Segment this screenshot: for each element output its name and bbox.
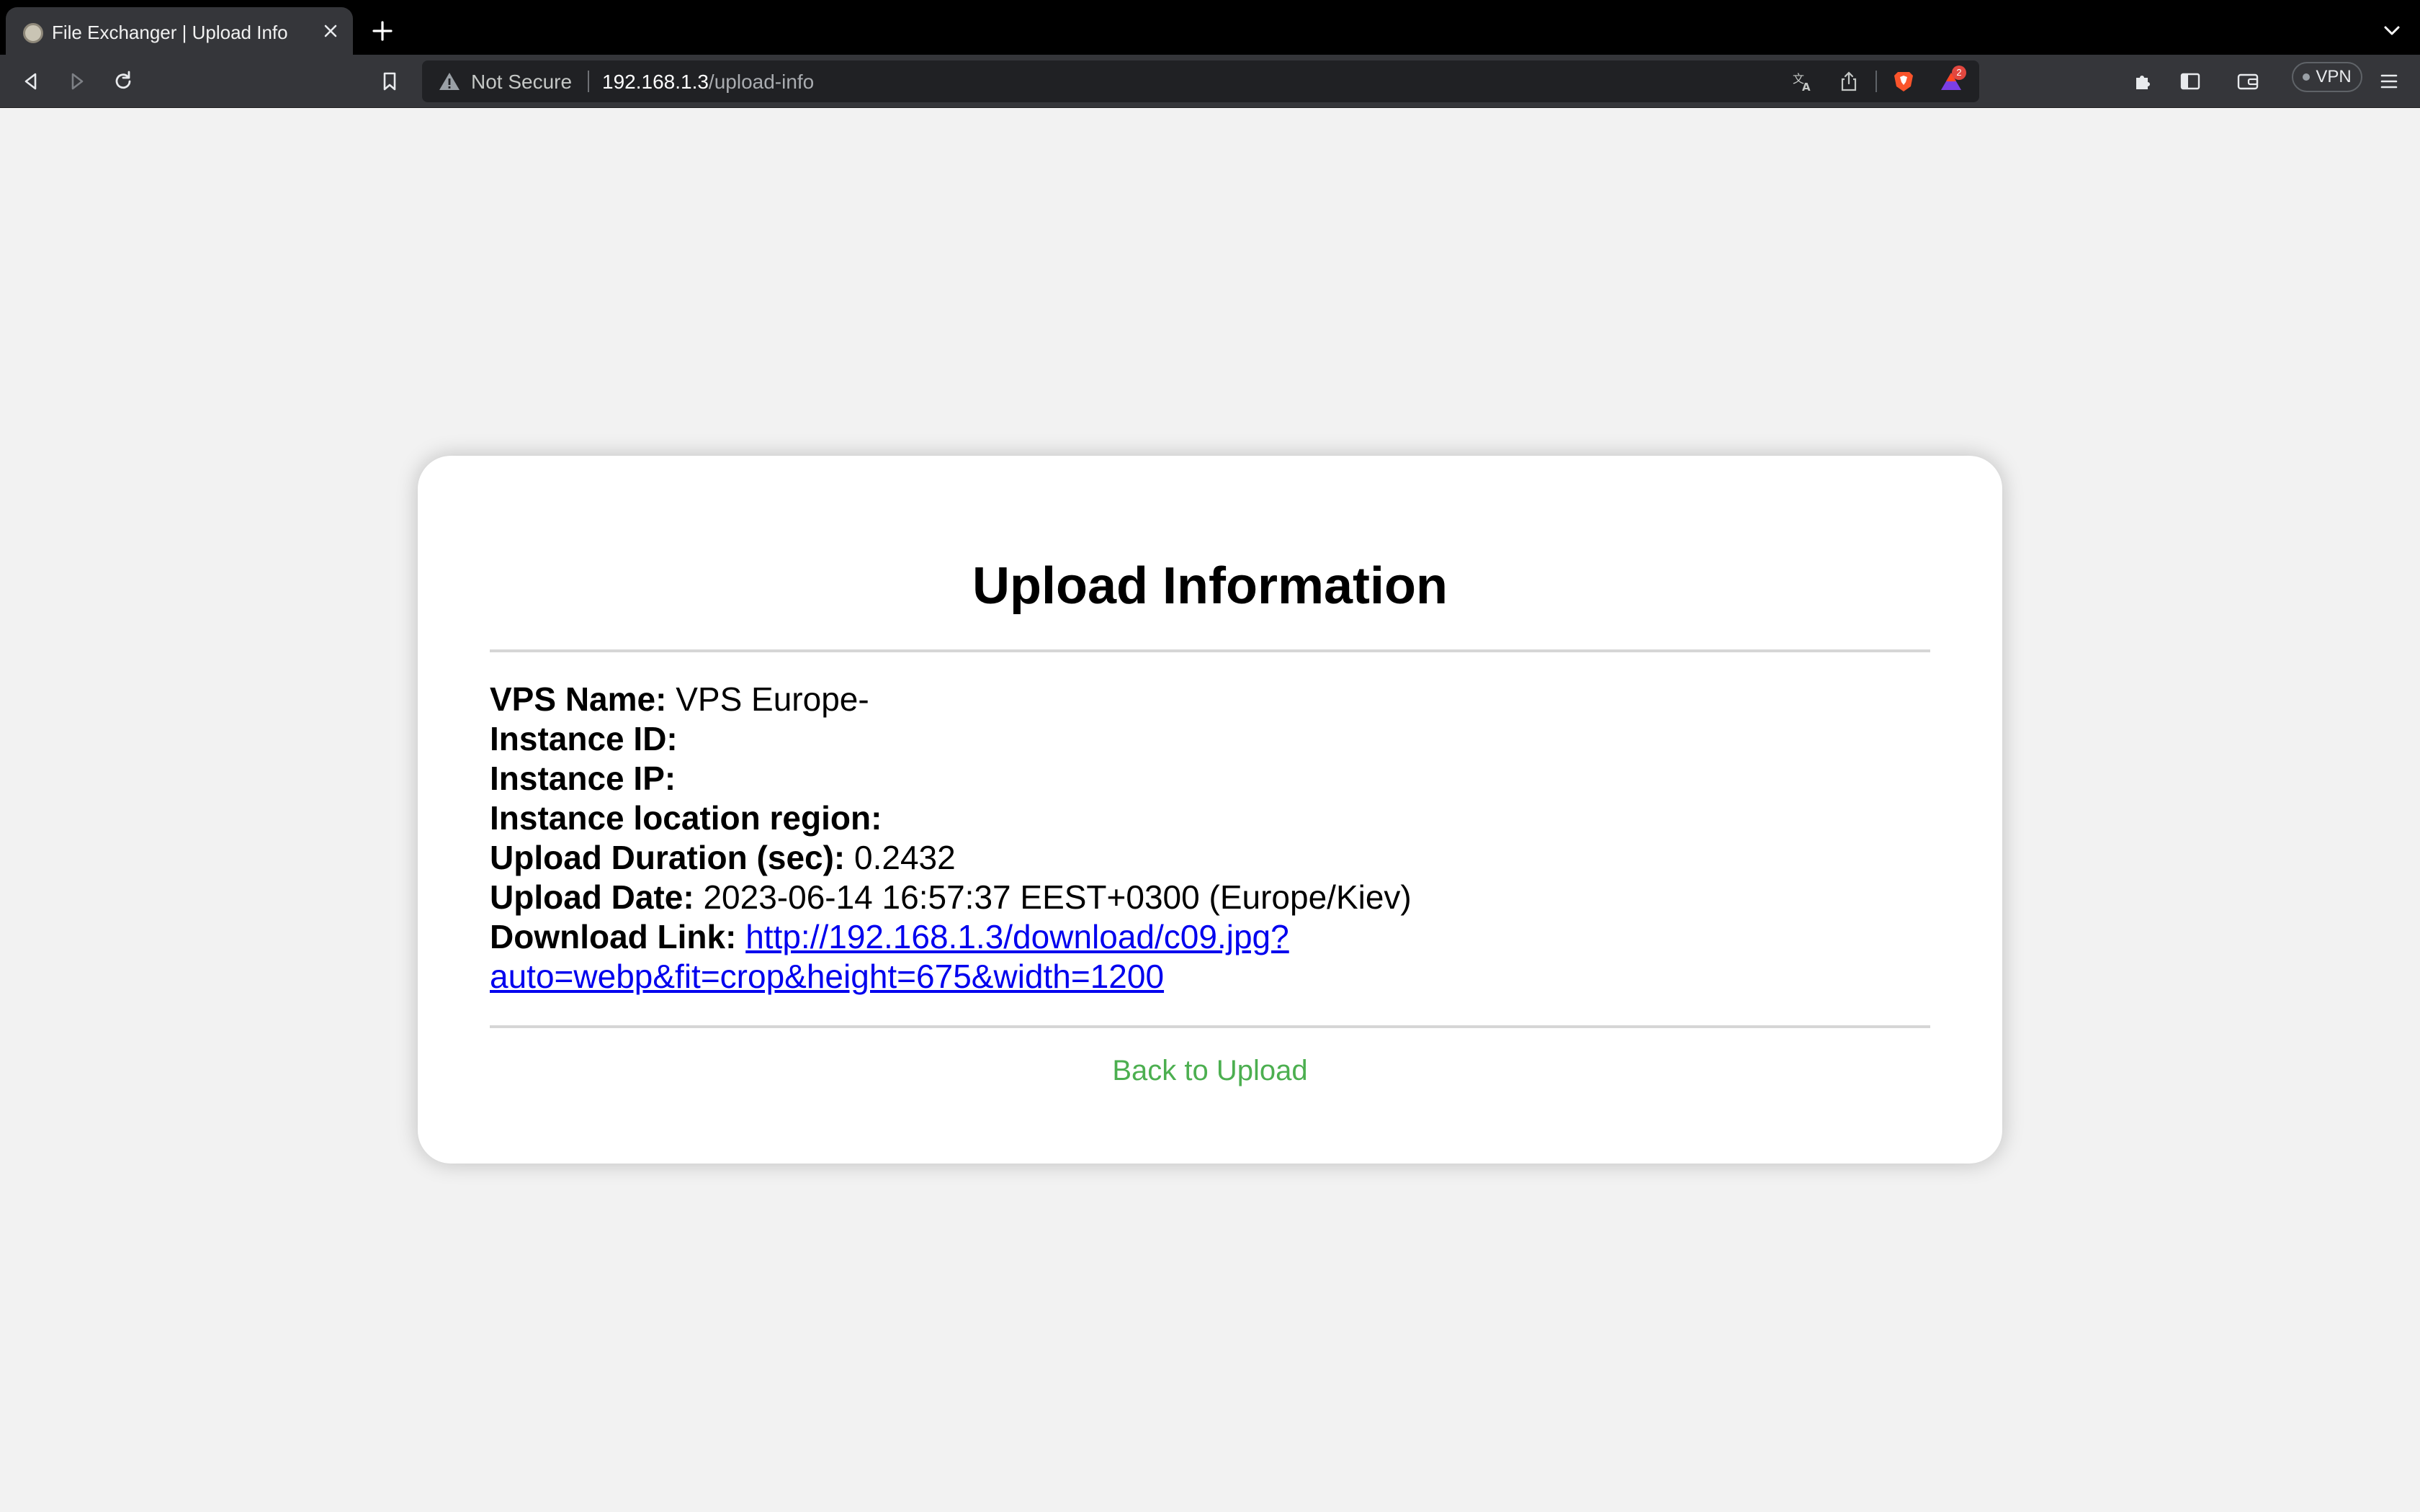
divider-bottom [490,1025,1930,1028]
detail-row-upload-duration: Upload Duration (sec): 0.2432 [490,838,1498,878]
detail-label: VPS Name: [490,680,667,718]
share-icon[interactable] [1837,69,1861,94]
detail-row-download-link: Download Link: http://192.168.1.3/downlo… [490,917,1498,996]
new-tab-icon[interactable] [370,19,395,43]
back-to-upload-link[interactable]: Back to Upload [418,1055,2002,1087]
detail-row-instance-ip: Instance IP: [490,759,1498,798]
detail-row-upload-date: Upload Date: 2023-06-14 16:57:37 EEST+03… [490,878,1498,917]
detail-label: Upload Date: [490,878,694,916]
download-link-line-2[interactable]: auto=webp&fit=crop&height=675&width=1200 [490,958,1164,995]
rewards-notification-badge: 2 [1952,66,1966,80]
tab-title: File Exchanger | Upload Info [52,22,288,43]
reload-icon[interactable] [109,68,137,95]
bookmark-icon[interactable] [376,68,403,95]
url-path: /upload-info [708,71,815,93]
url-text[interactable]: 192.168.1.3/upload-info [602,71,814,94]
detail-row-instance-id: Instance ID: [490,719,1498,759]
menu-icon[interactable] [2375,68,2403,95]
download-link-line-1[interactable]: http://192.168.1.3/download/c09.jpg? [745,918,1289,955]
detail-value: 2023-06-14 16:57:37 EEST+0300 (Europe/Ki… [694,878,1412,916]
upload-info-card: Upload Information VPS Name: VPS Europe-… [418,456,2002,1164]
detail-row-vps-name: VPS Name: VPS Europe- [490,680,1498,719]
detail-label: Upload Duration (sec): [490,839,846,876]
detail-value: 0.2432 [845,839,956,876]
extensions-icon[interactable] [2129,68,2156,95]
svg-text:A: A [1802,81,1811,94]
vpn-label: VPN [2316,67,2352,86]
wallet-icon[interactable] [2234,68,2262,95]
warning-triangle-icon[interactable] [438,70,461,93]
sidebar-toggle-icon[interactable] [2177,68,2204,95]
browser-toolbar: Not Secure 192.168.1.3/upload-info 文 A 2 [0,55,2420,108]
address-bar[interactable]: Not Secure 192.168.1.3/upload-info 文 A 2 [422,60,1979,102]
vpn-status-dot-icon [2303,73,2311,81]
close-tab-icon[interactable] [318,19,343,43]
upload-details: VPS Name: VPS Europe- Instance ID: Insta… [490,680,1498,996]
browser-tab-bar: File Exchanger | Upload Info [0,0,2420,56]
detail-label: Instance ID: [490,720,678,757]
forward-icon[interactable] [63,68,91,95]
translate-icon[interactable]: 文 A [1791,69,1815,94]
back-icon[interactable] [17,68,45,95]
page-title: Upload Information [972,557,1448,615]
tab-search-chevron-icon[interactable] [2381,22,2403,39]
detail-label: Download Link: [490,918,737,955]
omnibox-divider [1876,71,1877,92]
security-status-label[interactable]: Not Secure [471,71,572,94]
detail-value: VPS Europe- [666,680,869,718]
omnibox-separator [588,71,589,92]
brave-shields-icon[interactable] [1891,69,1916,94]
detail-row-location-region: Instance location region: [490,798,1498,838]
active-tab[interactable]: File Exchanger | Upload Info [6,7,353,56]
site-favicon-icon [23,23,43,43]
divider-top [490,649,1930,652]
vpn-button[interactable]: VPN [2292,62,2362,92]
detail-label: Instance location region: [490,799,882,837]
detail-label: Instance IP: [490,760,676,797]
url-host: 192.168.1.3 [602,71,709,93]
